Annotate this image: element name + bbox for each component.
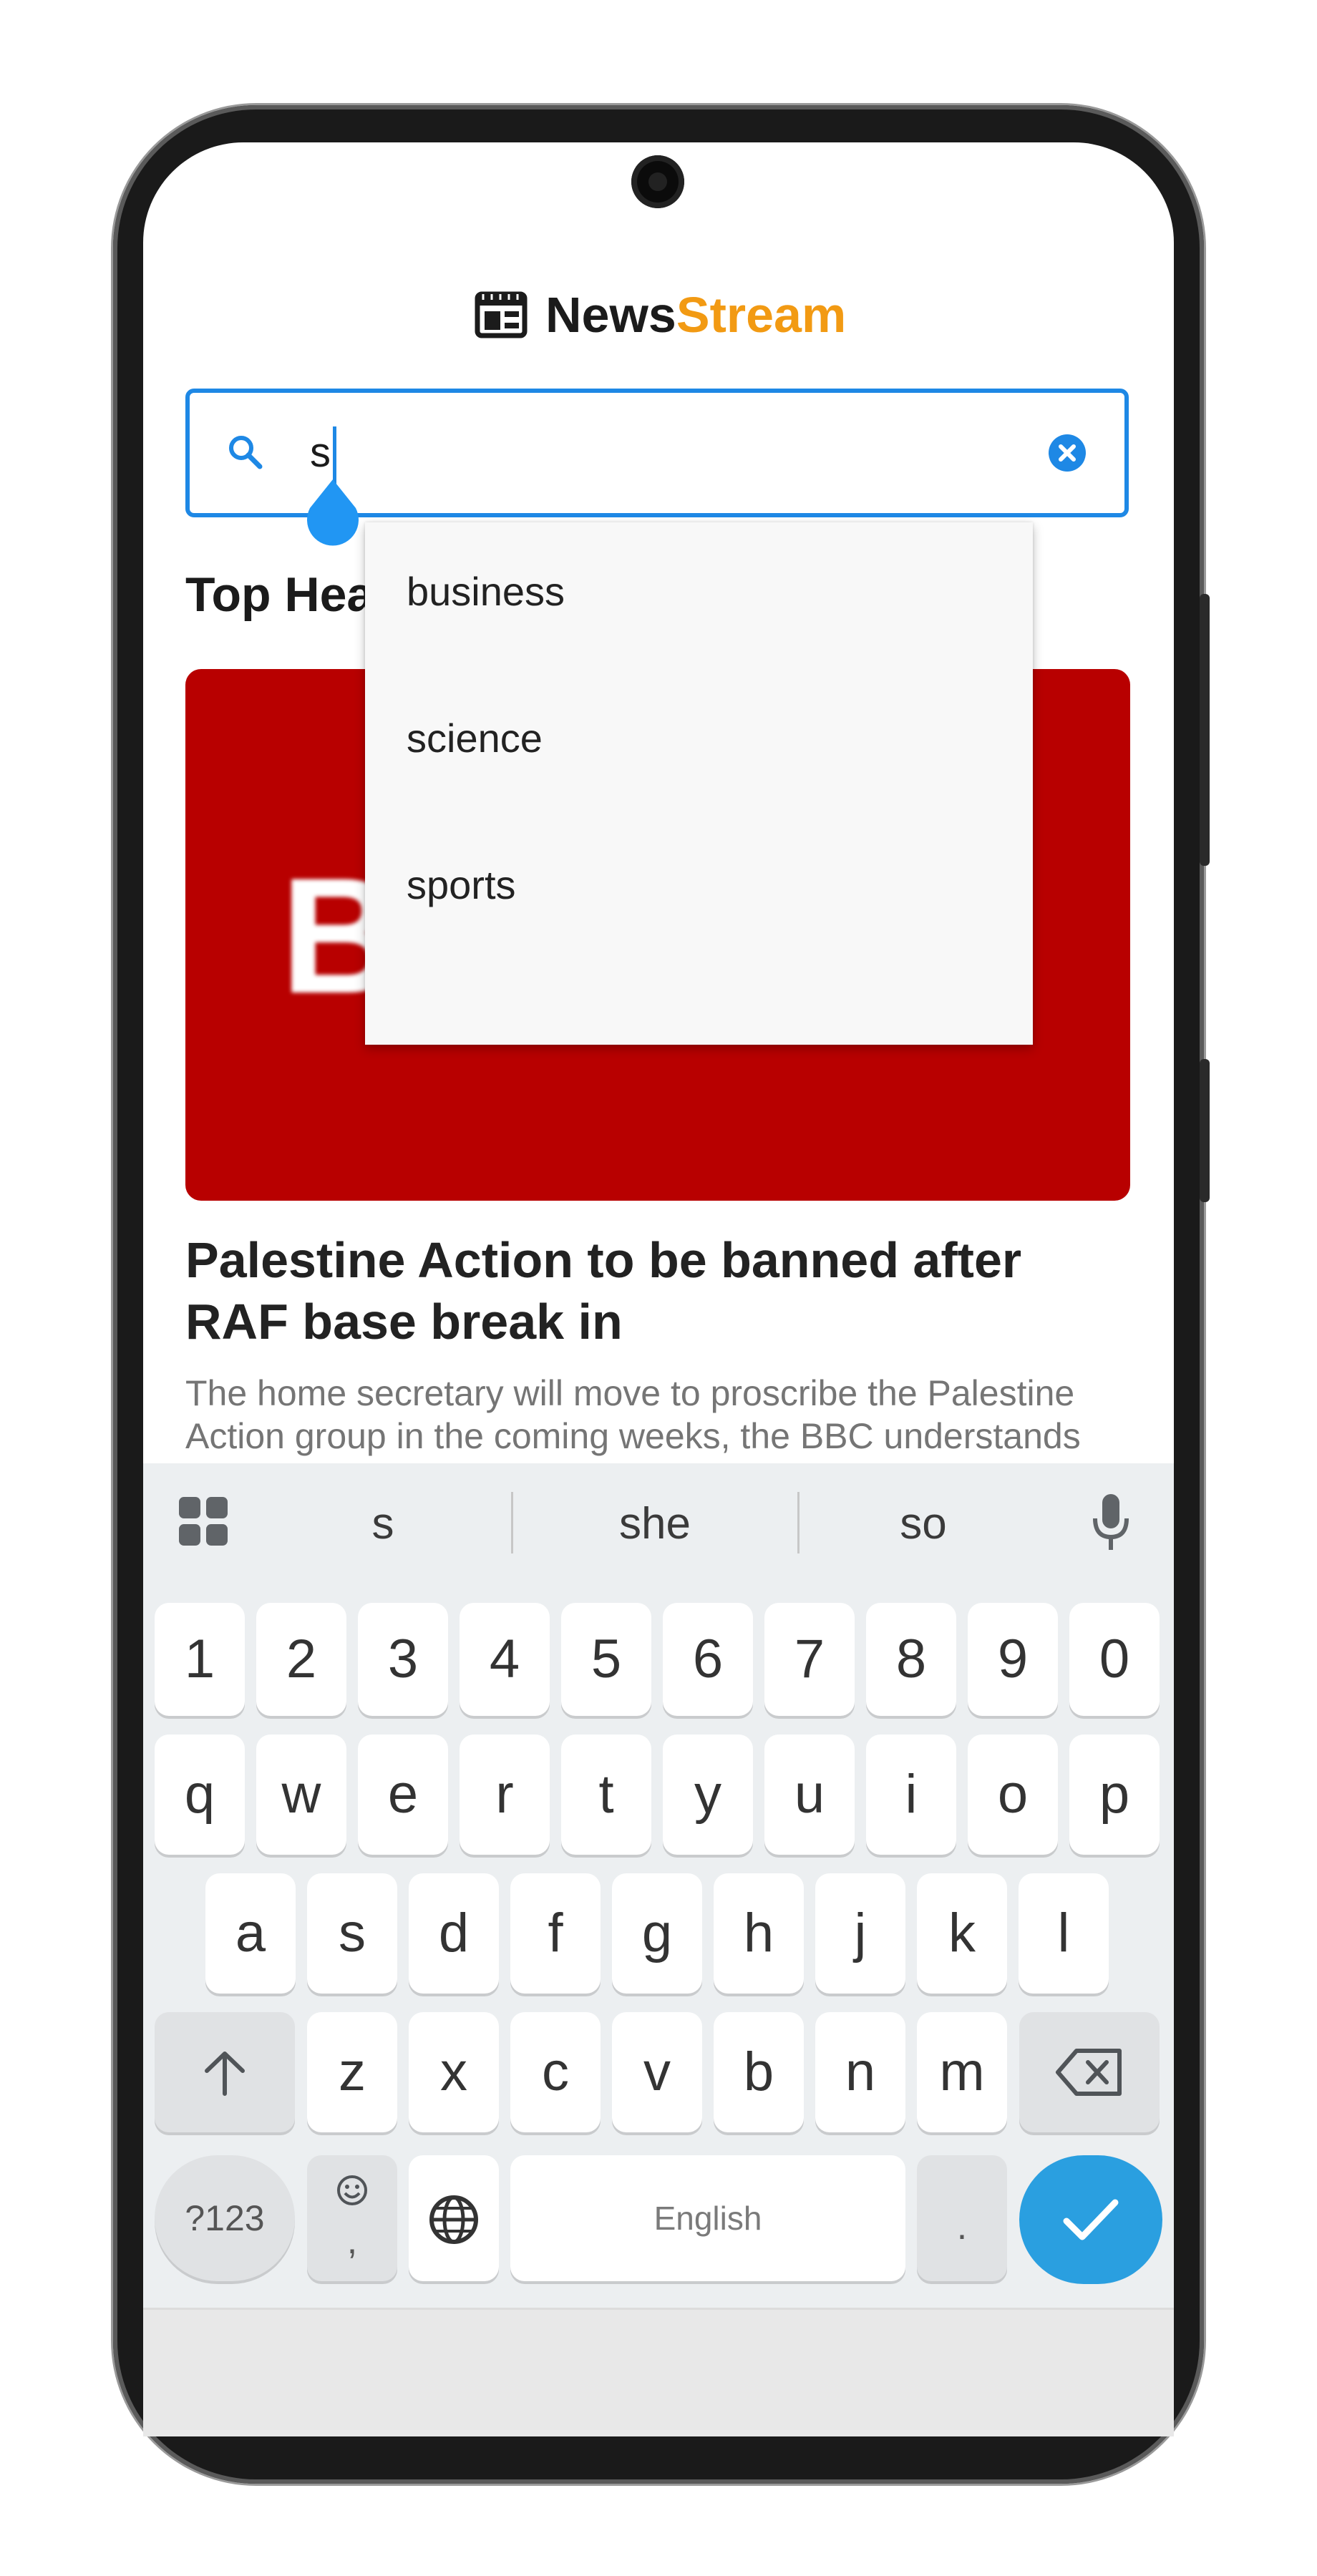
suggestion-science[interactable]: science	[407, 713, 543, 763]
key-u[interactable]: u	[764, 1735, 855, 1855]
article-summary: The home secretary will move to proscrib…	[185, 1373, 1081, 1456]
key-t[interactable]: t	[561, 1735, 651, 1855]
emoji-comma-key[interactable]: ,	[307, 2155, 397, 2281]
key-c[interactable]: c	[510, 2012, 601, 2132]
language-key[interactable]	[409, 2155, 499, 2281]
key-m[interactable]: m	[917, 2012, 1007, 2132]
key-8[interactable]: 8	[866, 1603, 956, 1716]
key-3[interactable]: 3	[358, 1603, 448, 1716]
app-title-news: News	[545, 287, 676, 343]
key-2[interactable]: 2	[256, 1603, 346, 1716]
app-title: NewsStream	[545, 283, 846, 347]
volume-button	[1200, 594, 1210, 866]
key-x[interactable]: x	[409, 2012, 499, 2132]
key-6[interactable]: 6	[663, 1603, 753, 1716]
suggestion-sports[interactable]: sports	[407, 860, 516, 910]
enter-key[interactable]	[1019, 2155, 1162, 2284]
autocomplete-dropdown: business science sports	[365, 522, 1033, 1045]
word-suggestion-2[interactable]: she	[573, 1499, 737, 1549]
key-l[interactable]: l	[1019, 1873, 1109, 1994]
key-r[interactable]: r	[460, 1735, 550, 1855]
key-0[interactable]: 0	[1069, 1603, 1160, 1716]
key-j[interactable]: j	[815, 1873, 905, 1994]
key-p[interactable]: p	[1069, 1735, 1160, 1855]
key-z[interactable]: z	[307, 2012, 397, 2132]
key-w[interactable]: w	[256, 1735, 346, 1855]
key-h[interactable]: h	[714, 1873, 804, 1994]
key-e[interactable]: e	[358, 1735, 448, 1855]
apps-grid-icon[interactable]	[178, 1496, 229, 1547]
text-cursor	[333, 426, 336, 487]
suggestion-divider	[797, 1492, 800, 1553]
key-b[interactable]: b	[714, 2012, 804, 2132]
navigation-bar	[143, 2308, 1174, 2436]
search-icon[interactable]	[225, 432, 266, 472]
symbols-key[interactable]: ?123	[155, 2155, 295, 2281]
key-y[interactable]: y	[663, 1735, 753, 1855]
key-1[interactable]: 1	[155, 1603, 245, 1716]
search-query-text[interactable]: s	[310, 428, 331, 478]
suggestion-divider	[511, 1492, 513, 1553]
checkmark-icon	[1063, 2199, 1119, 2240]
key-q[interactable]: q	[155, 1735, 245, 1855]
word-suggestion-3[interactable]: so	[845, 1499, 1002, 1549]
key-k[interactable]: k	[917, 1873, 1007, 1994]
key-v[interactable]: v	[612, 2012, 702, 2132]
key-o[interactable]: o	[968, 1735, 1058, 1855]
microphone-icon[interactable]	[1089, 1493, 1132, 1553]
key-s[interactable]: s	[307, 1873, 397, 1994]
clear-icon[interactable]	[1048, 434, 1087, 472]
key-n[interactable]: n	[815, 2012, 905, 2132]
shift-arrow-icon	[205, 2051, 245, 2096]
key-i[interactable]: i	[866, 1735, 956, 1855]
key-g[interactable]: g	[612, 1873, 702, 1994]
key-5[interactable]: 5	[561, 1603, 651, 1716]
key-f[interactable]: f	[510, 1873, 601, 1994]
app-title-stream: Stream	[676, 287, 847, 343]
key-a[interactable]: a	[205, 1873, 296, 1994]
backspace-icon	[1056, 2049, 1122, 2096]
front-camera	[631, 155, 684, 208]
key-4[interactable]: 4	[460, 1603, 550, 1716]
backspace-key[interactable]	[1019, 2012, 1160, 2132]
key-9[interactable]: 9	[968, 1603, 1058, 1716]
suggestion-business[interactable]: business	[407, 567, 565, 617]
period-key[interactable]: .	[917, 2155, 1007, 2281]
newspaper-icon	[475, 291, 528, 338]
power-button	[1200, 1059, 1210, 1202]
cursor-handle[interactable]	[304, 479, 361, 547]
shift-key[interactable]	[155, 2012, 295, 2132]
key-7[interactable]: 7	[764, 1603, 855, 1716]
space-key[interactable]: English	[510, 2155, 905, 2281]
globe-icon	[429, 2195, 478, 2244]
key-d[interactable]: d	[409, 1873, 499, 1994]
emoji-icon	[337, 2175, 367, 2205]
word-suggestion-1[interactable]: s	[315, 1499, 451, 1549]
article-headline[interactable]: Palestine Action to be banned after RAF …	[185, 1229, 1137, 1352]
